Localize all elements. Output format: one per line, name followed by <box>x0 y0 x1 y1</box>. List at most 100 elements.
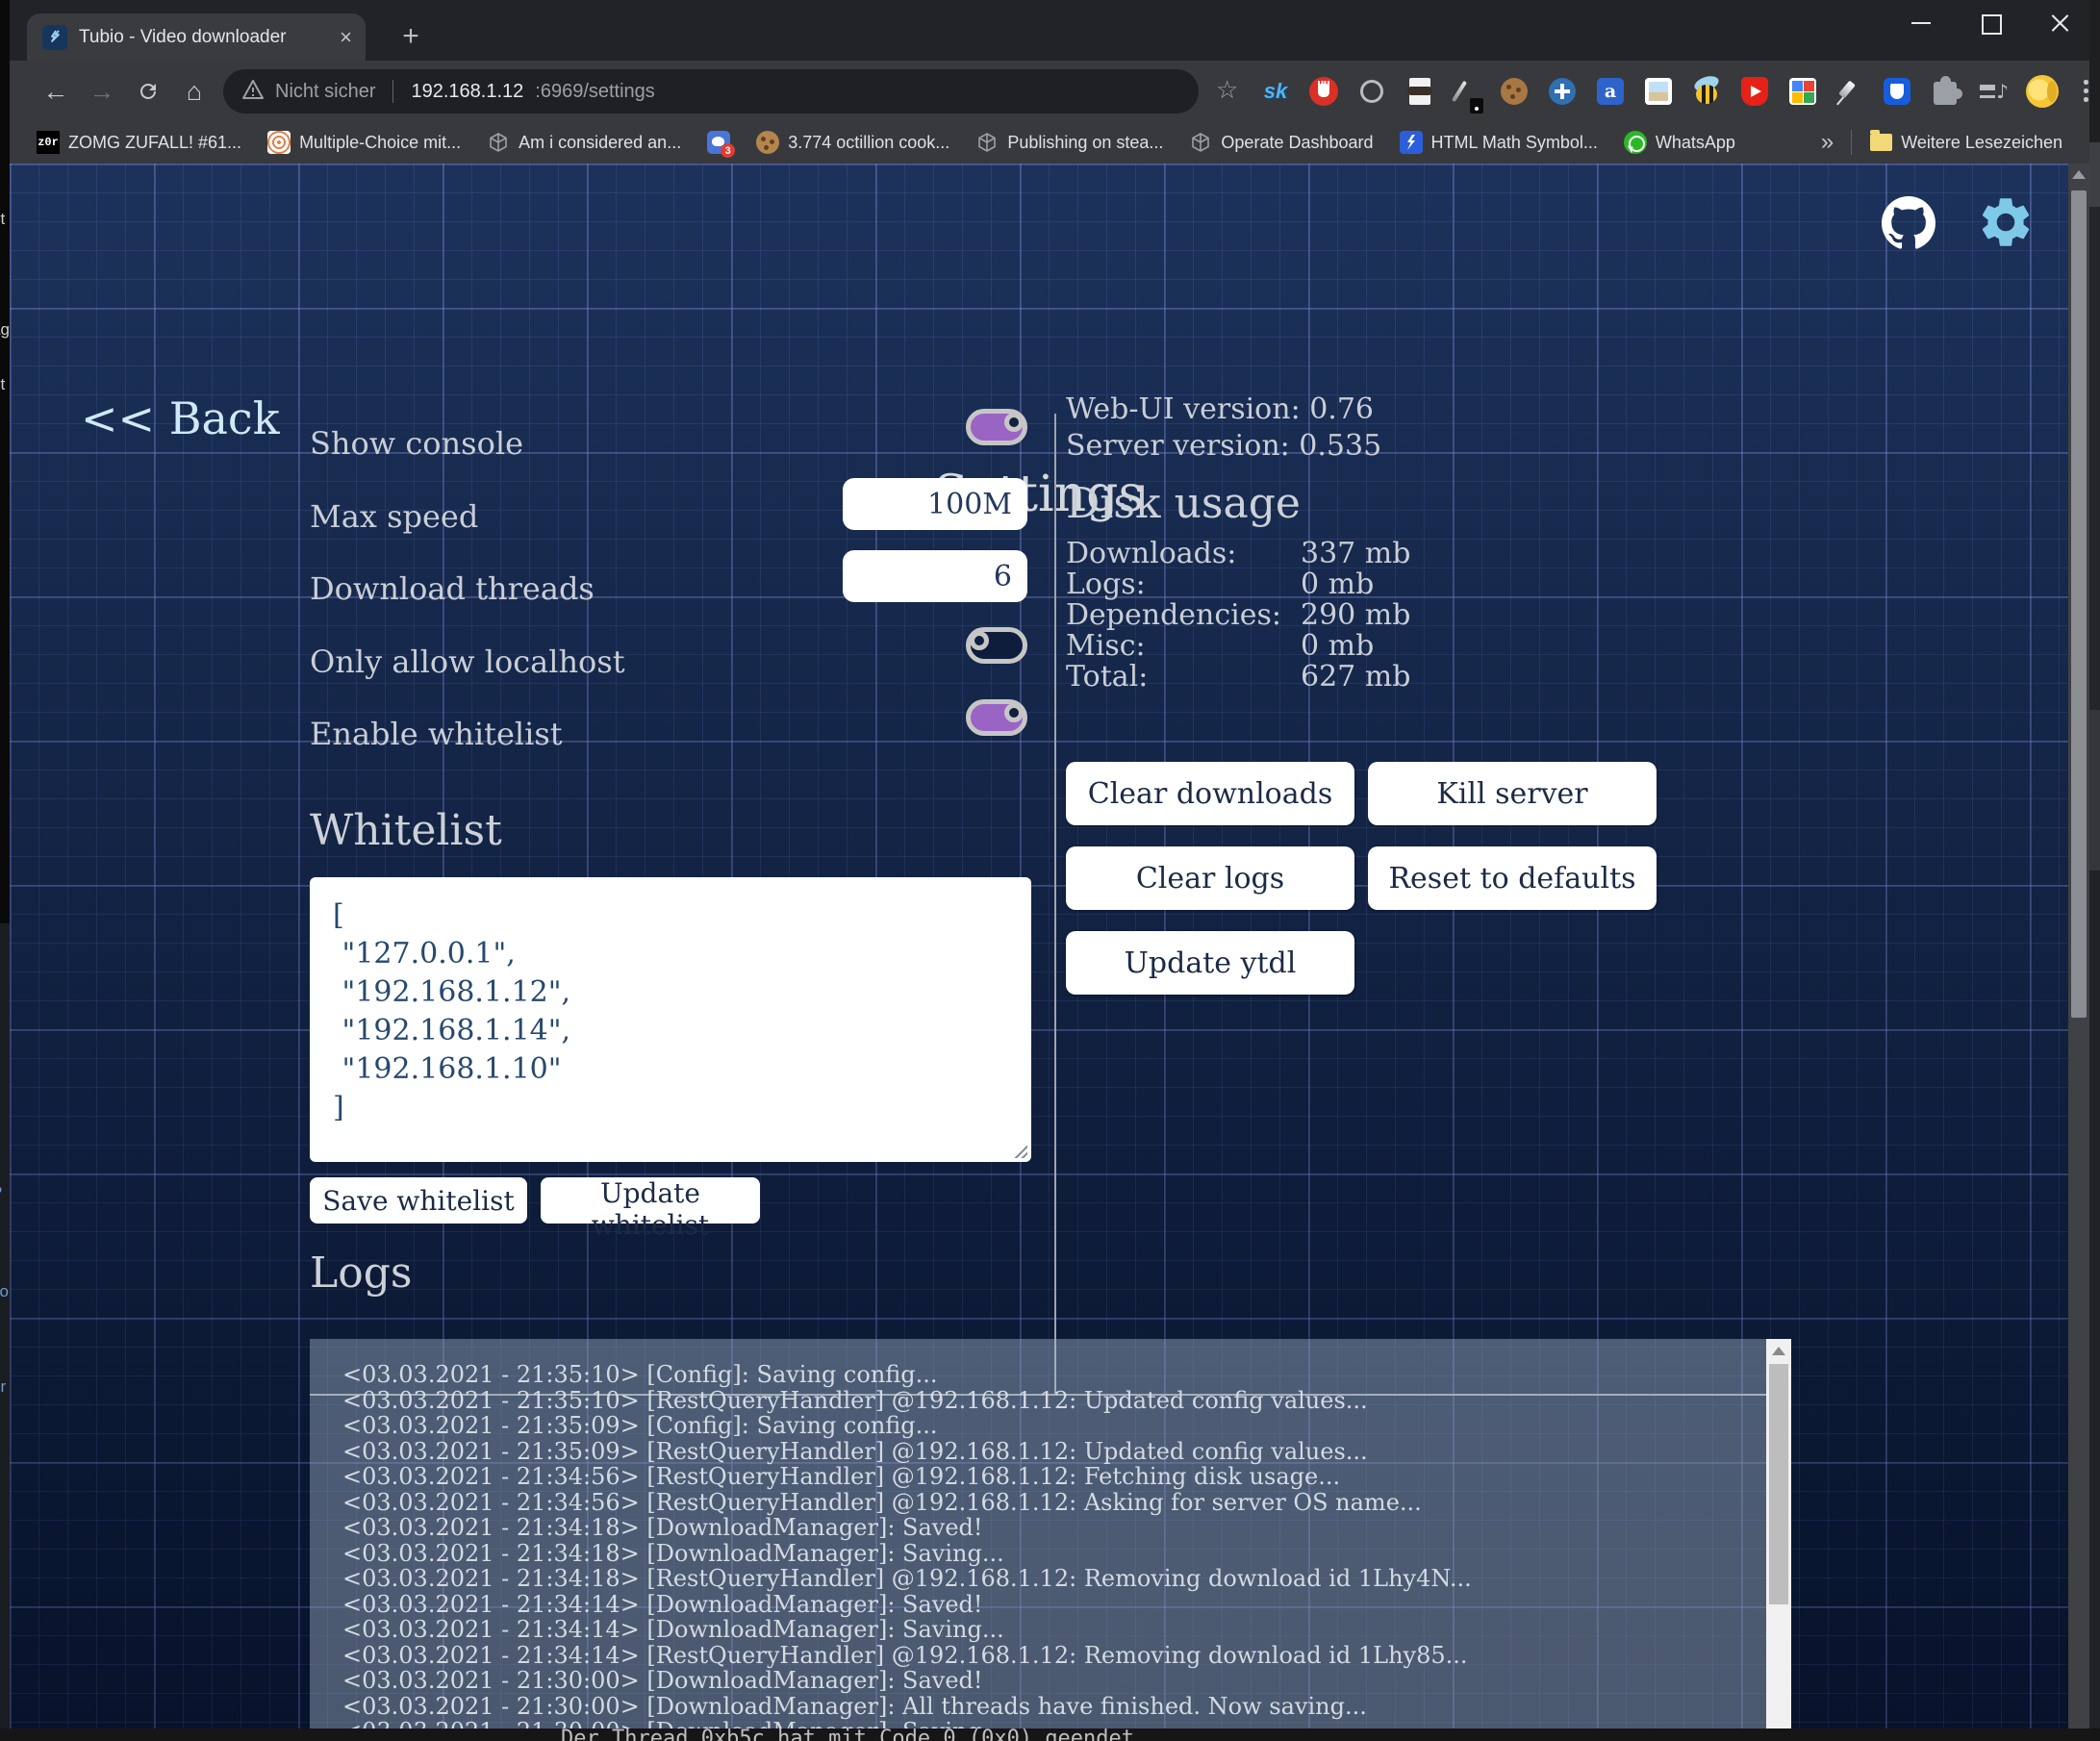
update-whitelist-button[interactable]: Update whitelist <box>541 1177 760 1224</box>
extension-cookie-icon[interactable] <box>1499 76 1530 107</box>
column-divider <box>1054 414 1056 1395</box>
extension-shield-play-icon[interactable] <box>1739 76 1770 107</box>
log-lines: <03.03.2021 - 21:35:10> [Config]: Saving… <box>342 1362 1753 1728</box>
tubio-settings-page: << Back Settings Show console Max speed … <box>10 164 2089 1728</box>
extension-pen-icon[interactable] <box>1453 77 1481 106</box>
log-line: <03.03.2021 - 21:35:10> [RestQueryHandle… <box>342 1388 1753 1414</box>
download-threads-input[interactable] <box>843 550 1027 602</box>
log-line: <03.03.2021 - 21:34:14> [DownloadManager… <box>342 1592 1753 1618</box>
enable-whitelist-toggle[interactable] <box>966 699 1027 736</box>
bookmark-label: 3.774 octillion cook... <box>788 133 949 153</box>
minimize-icon[interactable] <box>1905 8 1937 38</box>
extension-playlist-music-icon[interactable]: ♪ <box>1978 76 2009 107</box>
new-tab-button[interactable]: + <box>392 19 429 56</box>
extensions-row: sk a ♪ <box>1260 75 2095 108</box>
clear-logs-button[interactable]: Clear logs <box>1066 846 1354 910</box>
reset-to-defaults-button[interactable]: Reset to defaults <box>1368 846 1657 910</box>
back-icon[interactable]: ← <box>38 74 73 109</box>
tab-strip: Tubio - Video downloader × + <box>10 0 2089 61</box>
save-whitelist-button[interactable]: Save whitelist <box>310 1177 527 1224</box>
disk-row-value: 290 mb <box>1301 598 1410 632</box>
bookmark-item[interactable]: 3 <box>707 131 730 154</box>
extension-sk-icon[interactable]: sk <box>1260 76 1291 107</box>
window-controls <box>1905 6 2076 40</box>
bookmark-item[interactable]: 3.774 octillion cook... <box>756 131 949 154</box>
bookmark-item[interactable]: HTML Math Symbol... <box>1400 131 1598 154</box>
bookmark-label: ZOMG ZUFALL! #61... <box>68 133 241 153</box>
profile-avatar[interactable] <box>2026 75 2059 108</box>
extension-plus-circle-icon[interactable] <box>1547 76 1578 107</box>
update-ytdl-button[interactable]: Update ytdl <box>1066 931 1354 995</box>
bookmark-star-icon[interactable]: ☆ <box>1216 75 1238 105</box>
bookmark-item[interactable]: WhatsApp <box>1624 131 1735 154</box>
clipped-text: ag <box>0 320 10 340</box>
blue-badge-favicon-icon: 3 <box>707 131 730 154</box>
show-console-toggle[interactable] <box>966 409 1027 445</box>
close-window-icon[interactable] <box>2043 8 2076 38</box>
only-allow-localhost-toggle[interactable] <box>966 627 1027 664</box>
clear-downloads-button[interactable]: Clear downloads <box>1066 762 1354 825</box>
bookmark-label: HTML Math Symbol... <box>1431 133 1598 153</box>
disk-row-value: 0 mb <box>1301 629 1374 663</box>
log-line: <03.03.2021 - 21:30:00> [DownloadManager… <box>342 1668 1753 1694</box>
scroll-up-arrow-icon[interactable] <box>1772 1347 1785 1355</box>
clipped-text: et <box>0 375 5 394</box>
whitelist-textarea[interactable]: [ "127.0.0.1", "192.168.1.12", "192.168.… <box>310 877 1031 1162</box>
max-speed-label: Max speed <box>310 498 478 535</box>
other-bookmarks-folder[interactable]: Weitere Lesezeichen <box>1869 131 2062 154</box>
url-host[interactable]: 192.168.1.12 <box>411 81 523 103</box>
log-line: <03.03.2021 - 21:34:18> [DownloadManager… <box>342 1515 1753 1541</box>
extension-stop-hand-icon[interactable] <box>1308 76 1339 107</box>
other-bookmarks-label: Weitere Lesezeichen <box>1901 133 2062 153</box>
disk-row-label: Total: <box>1066 660 1148 694</box>
url-path[interactable]: :6969/settings <box>535 81 655 103</box>
scroll-up-arrow-icon[interactable] <box>2072 170 2086 179</box>
bookmark-item[interactable]: Publishing on stea... <box>975 131 1163 154</box>
bookmark-item[interactable]: Am i considered an... <box>487 131 681 154</box>
log-line: <03.03.2021 - 21:34:14> [RestQueryHandle… <box>342 1643 1753 1669</box>
kill-server-button[interactable]: Kill server <box>1368 762 1657 825</box>
home-icon[interactable]: ⌂ <box>177 74 212 109</box>
bookmarks-separator <box>1851 130 1852 155</box>
tab-close-icon[interactable]: × <box>340 27 352 48</box>
extensions-puzzle-icon[interactable] <box>1930 76 1961 107</box>
page-scrollbar-thumb[interactable] <box>2071 190 2087 1018</box>
extension-bee-icon[interactable] <box>1691 76 1722 107</box>
logs-scrollbar-thumb[interactable] <box>1769 1364 1788 1604</box>
extension-amazon-assistant-icon[interactable]: a <box>1595 76 1626 107</box>
extension-google-icon[interactable] <box>1787 76 1818 107</box>
disk-row-value: 627 mb <box>1301 660 1410 694</box>
page-scrollbar[interactable] <box>2068 164 2089 1728</box>
not-secure-warning-icon <box>242 80 264 104</box>
bookmark-item[interactable]: Multiple-Choice mit... <box>267 131 461 154</box>
bookmark-item[interactable]: Operate Dashboard <box>1189 131 1373 154</box>
browser-toolbar: ← → ⌂ Nicht sicher 192.168.1.12 :6969/set… <box>10 61 2089 121</box>
logs-scrollbar[interactable] <box>1766 1339 1791 1728</box>
bolt-favicon-icon <box>1400 131 1423 154</box>
whitelist-title: Whitelist <box>310 806 502 855</box>
settings-gear-icon[interactable] <box>1976 192 2036 252</box>
extension-syringe-icon[interactable] <box>1835 77 1864 106</box>
log-line: <03.03.2021 - 21:35:10> [Config]: Saving… <box>342 1362 1753 1388</box>
github-icon[interactable] <box>1882 196 1936 250</box>
max-speed-input[interactable] <box>843 478 1027 530</box>
screen: et ag et e P vo s or d Der Thread 0xb5c … <box>0 0 2100 1741</box>
extension-bitwarden-icon[interactable] <box>1882 76 1912 107</box>
back-link[interactable]: << Back <box>81 392 280 444</box>
security-label[interactable]: Nicht sicher <box>275 81 375 103</box>
address-bar[interactable]: Nicht sicher 192.168.1.12 :6969/settings <box>223 69 1199 114</box>
background-console-strip: Der Thread 0xb5c hat mit Code 0 (0x0) ge… <box>0 1728 2100 1741</box>
bookmark-label: Publishing on stea... <box>1007 133 1163 153</box>
forward-icon[interactable]: → <box>85 74 119 109</box>
extension-mask-document-icon[interactable] <box>1404 76 1435 107</box>
extension-photos-icon[interactable] <box>1643 76 1674 107</box>
browser-tab[interactable]: Tubio - Video downloader × <box>27 13 366 61</box>
bookmarks-overflow-chevron[interactable]: » <box>1821 129 1834 156</box>
log-line: <03.03.2021 - 21:30:00> [DownloadManager… <box>342 1694 1753 1720</box>
reload-icon[interactable] <box>131 74 165 109</box>
disk-row-label: Logs: <box>1066 568 1146 601</box>
extension-ring-icon[interactable] <box>1356 76 1387 107</box>
bookmark-item[interactable]: z0r ZOMG ZUFALL! #61... <box>37 131 241 154</box>
log-line: <03.03.2021 - 21:30:00> [DownloadManager… <box>342 1719 1753 1728</box>
maximize-icon[interactable] <box>1974 8 2007 38</box>
